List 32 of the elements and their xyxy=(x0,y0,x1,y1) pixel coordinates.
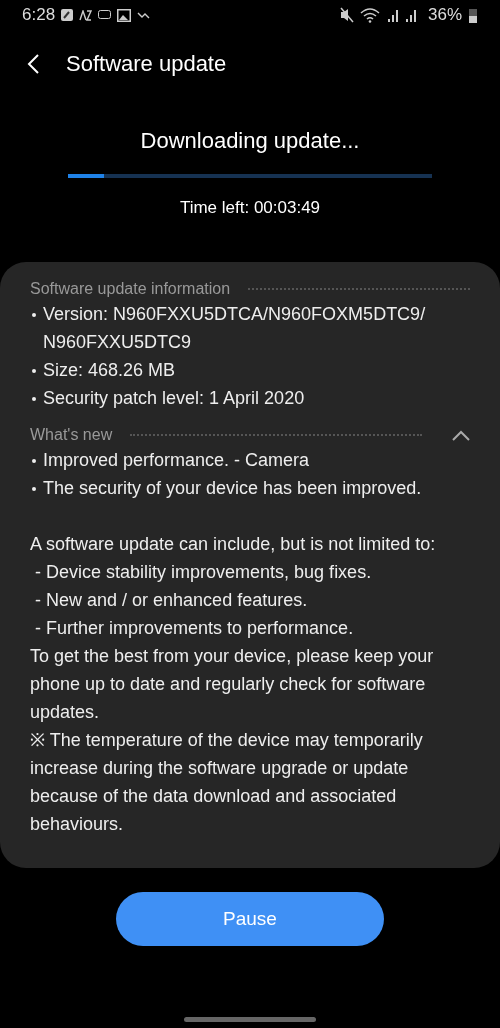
screen-title: Software update xyxy=(66,51,227,77)
list-item-text: Security patch level: 1 April 2020 xyxy=(43,387,306,410)
bullet-icon xyxy=(32,313,36,317)
download-status: Downloading update... xyxy=(140,128,360,154)
paragraph: A software update can include, but is not limited to: xyxy=(30,533,437,556)
chat-icon xyxy=(98,10,112,20)
paragraph: - Further improvements to performance. xyxy=(34,617,355,640)
list-item-text: Version: N960FXXU5DTCA/N960FOXM5DTC9/ N960FXXU5DTC9 xyxy=(43,303,427,354)
back-icon[interactable] xyxy=(26,53,40,75)
image-icon xyxy=(117,8,132,22)
wifi-icon xyxy=(359,7,380,23)
time-left: Time left: 00:03:49 xyxy=(179,198,321,218)
bullet-icon xyxy=(32,397,36,401)
trend-icon xyxy=(137,11,151,19)
paragraph: - New and / or enhanced features. xyxy=(34,589,309,612)
bullet-icon xyxy=(32,369,36,373)
bullet-icon xyxy=(32,459,36,463)
list-item-text: Improved performance. - Camera xyxy=(43,449,311,472)
paragraph: ※ The temperature of the device may temporarily increase during the software upgrade or update because of the data download and associated behaviours. xyxy=(30,729,424,836)
list-item-text: Size: 468.26 MB xyxy=(43,359,177,382)
battery-percent: 36% xyxy=(427,5,462,25)
mute-icon xyxy=(339,7,354,23)
chevron-icon[interactable] xyxy=(452,429,470,441)
section-heading: Software update information xyxy=(30,280,231,298)
pause-button[interactable]: Pause xyxy=(116,892,384,946)
status-time: 6:28 xyxy=(22,5,56,25)
paragraph: - Device stability improvements, bug fixes. xyxy=(34,561,373,584)
battery-icon xyxy=(468,7,478,23)
section-heading: What's new xyxy=(30,426,113,444)
list-item-text: The security of your device has been improved. xyxy=(43,477,423,500)
paragraph: To get the best from your device, please keep your phone up to date and regularly check for software updates. xyxy=(30,645,435,724)
bullet-icon xyxy=(32,487,36,491)
